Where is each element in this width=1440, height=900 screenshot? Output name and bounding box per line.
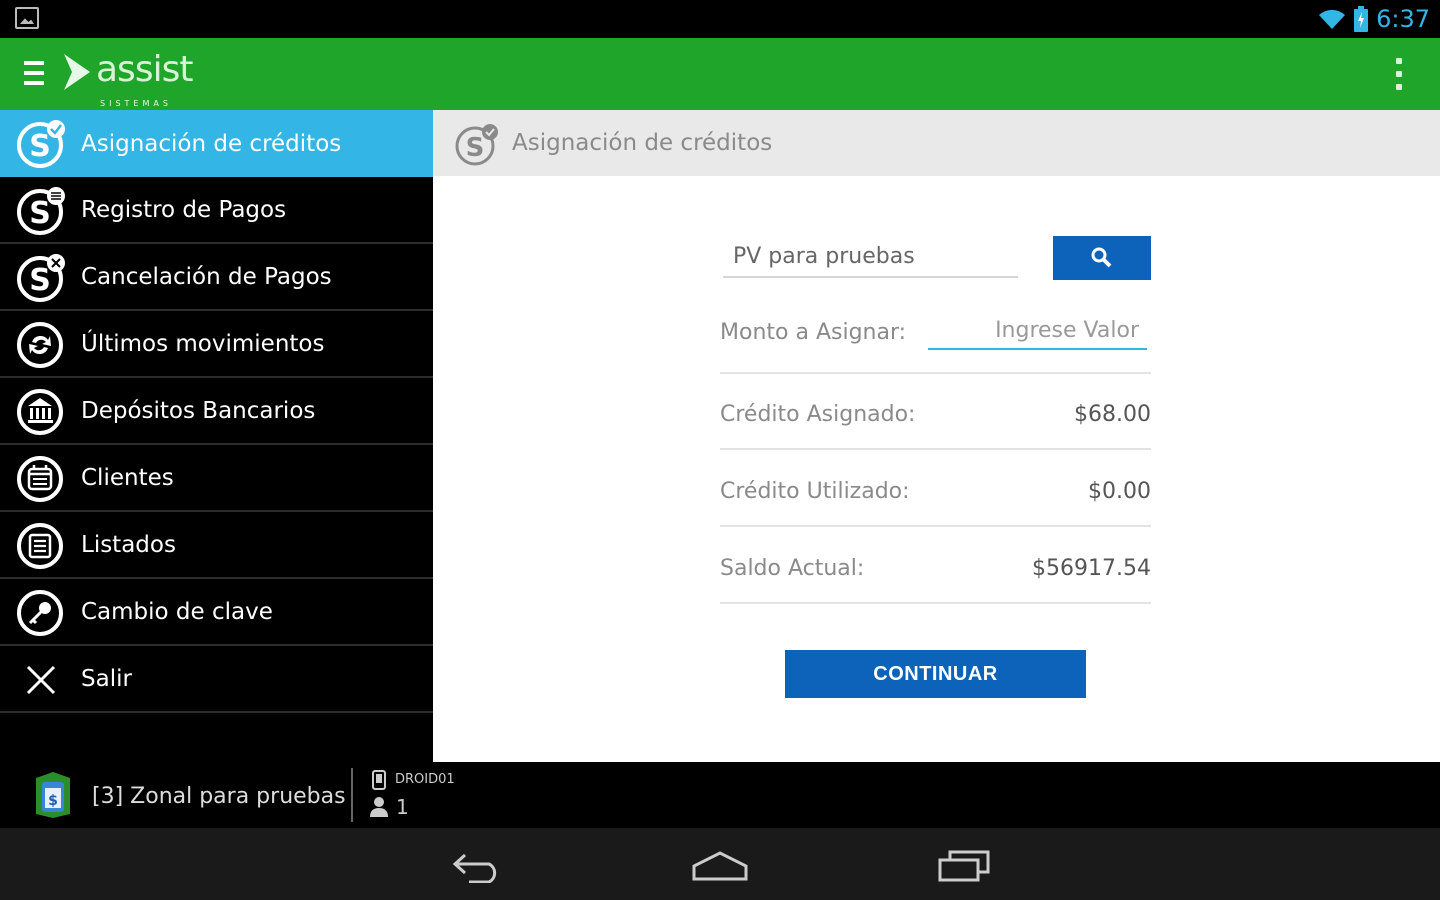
monto-row: Monto a Asignar: xyxy=(720,298,1151,374)
credit-assign-icon: S xyxy=(455,124,498,166)
zone-icon: $ xyxy=(36,772,70,818)
clock: 6:37 xyxy=(1376,5,1430,33)
credito-asignado-row: Crédito Asignado: $68.00 xyxy=(720,374,1151,450)
pv-field[interactable] xyxy=(723,234,1018,278)
drawer-item-label: Listados xyxy=(81,531,176,558)
drawer-item-label: Salir xyxy=(81,665,132,692)
drawer-item-label: Últimos movimientos xyxy=(81,330,325,357)
drawer-item-registro-pagos[interactable]: S Registro de Pagos xyxy=(0,177,433,244)
user-count: 1 xyxy=(396,795,409,819)
svg-text:S: S xyxy=(29,263,51,298)
app-logo[interactable]: assist SISTEMAS xyxy=(60,52,193,109)
credito-utilizado-label: Crédito Utilizado: xyxy=(720,479,910,504)
drawer-item-listados[interactable]: Listados xyxy=(0,512,433,579)
divider xyxy=(351,768,353,822)
main-content: S Asignación de créditos Monto a Asignar… xyxy=(433,110,1440,762)
logo-wordmark: assist SISTEMAS xyxy=(96,52,193,109)
drawer-item-cancelacion-pagos[interactable]: S Cancelación de Pagos xyxy=(0,244,433,311)
drawer-item-asignacion-creditos[interactable]: S Asignación de créditos xyxy=(0,110,433,177)
image-notification-icon xyxy=(15,7,39,29)
recents-icon xyxy=(938,850,990,882)
overflow-menu-icon[interactable] xyxy=(1396,58,1404,90)
status-bar-right: 6:37 xyxy=(1318,4,1430,34)
saldo-actual-label: Saldo Actual: xyxy=(720,556,865,581)
credito-utilizado-value: $0.00 xyxy=(1088,479,1151,504)
page-title: Asignación de créditos xyxy=(512,130,773,156)
drawer-item-ultimos-movimientos[interactable]: Últimos movimientos xyxy=(0,311,433,378)
credito-asignado-value: $68.00 xyxy=(1074,402,1151,427)
close-icon xyxy=(26,665,56,695)
status-bar: 6:37 xyxy=(0,0,1440,38)
drawer-item-cambio-clave[interactable]: Cambio de clave xyxy=(0,579,433,646)
continue-button[interactable]: CONTINUAR xyxy=(785,650,1086,698)
credito-utilizado-row: Crédito Utilizado: $0.00 xyxy=(720,451,1151,527)
zone-label: [3] Zonal para pruebas xyxy=(92,784,346,809)
drawer-item-label: Cancelación de Pagos xyxy=(81,263,332,290)
drawer-item-label: Asignación de créditos xyxy=(81,130,342,157)
home-icon xyxy=(692,851,748,881)
back-icon xyxy=(452,853,497,883)
drawer-item-salir[interactable]: Salir xyxy=(0,646,433,713)
credit-assign-icon: S xyxy=(17,120,65,168)
monto-input[interactable] xyxy=(928,312,1147,350)
bank-icon xyxy=(17,389,63,435)
saldo-actual-row: Saldo Actual: $56917.54 xyxy=(720,528,1151,604)
svg-text:S: S xyxy=(29,196,51,231)
device-id: DROID01 xyxy=(395,772,455,787)
drawer-item-clientes[interactable]: Clientes xyxy=(0,445,433,512)
wifi-icon xyxy=(1319,9,1346,29)
action-bar: assist SISTEMAS xyxy=(0,38,1440,110)
svg-text:S: S xyxy=(466,133,485,163)
drawer-item-depositos-bancarios[interactable]: Depósitos Bancarios xyxy=(0,378,433,445)
svg-text:S: S xyxy=(29,129,51,164)
key-icon xyxy=(17,590,63,636)
search-button[interactable] xyxy=(1053,236,1151,280)
home-button[interactable] xyxy=(680,844,760,888)
svg-text:$: $ xyxy=(48,793,58,809)
navigation-drawer: S Asignación de créditos S Registro de P… xyxy=(0,110,433,762)
saldo-actual-value: $56917.54 xyxy=(1032,556,1151,581)
movements-icon xyxy=(17,322,63,368)
pv-input[interactable] xyxy=(723,234,1018,269)
info-bar: $ [3] Zonal para pruebas DROID01 1 xyxy=(0,762,1440,828)
search-icon xyxy=(1091,247,1112,268)
content-header: S Asignación de créditos xyxy=(433,110,1440,176)
menu-icon[interactable] xyxy=(24,61,46,87)
device-icon xyxy=(372,770,386,790)
navigation-bar xyxy=(0,828,1440,900)
logo-mark-icon xyxy=(64,54,90,90)
battery-icon xyxy=(1354,6,1369,32)
drawer-item-label: Depósitos Bancarios xyxy=(81,397,316,424)
drawer-item-label: Clientes xyxy=(81,464,174,491)
recents-button[interactable] xyxy=(924,844,1004,888)
user-icon xyxy=(370,797,388,817)
list-icon xyxy=(17,523,63,569)
clients-icon xyxy=(17,456,63,502)
credito-asignado-label: Crédito Asignado: xyxy=(720,402,916,427)
back-button[interactable] xyxy=(438,844,518,888)
drawer-item-label: Registro de Pagos xyxy=(81,196,287,223)
payment-register-icon: S xyxy=(17,187,65,235)
drawer-item-label: Cambio de clave xyxy=(81,598,273,625)
payment-cancel-icon: S xyxy=(17,254,65,302)
monto-label: Monto a Asignar: xyxy=(720,320,907,345)
